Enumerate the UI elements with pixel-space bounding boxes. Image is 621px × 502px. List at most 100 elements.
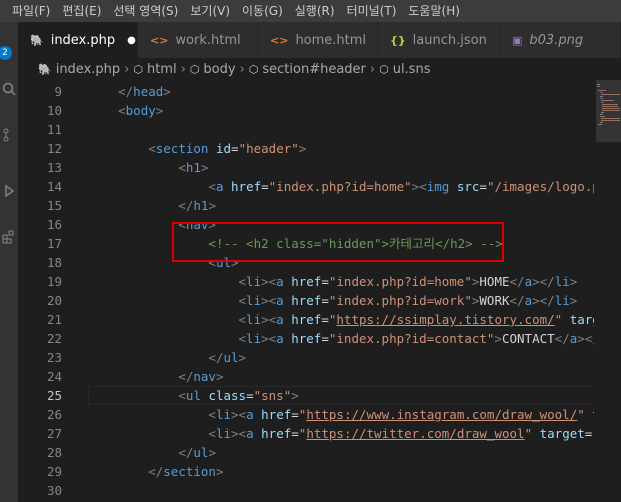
code-line[interactable]: 9 </head> bbox=[18, 82, 594, 101]
code-line[interactable]: 14 <a href="index.php?id=home"><img src=… bbox=[18, 177, 594, 196]
code-line[interactable]: 30 bbox=[18, 481, 594, 500]
code-line[interactable]: 13 <h1> bbox=[18, 158, 594, 177]
symbol-cube-icon: ⬡ bbox=[133, 62, 143, 76]
line-number: 22 bbox=[46, 331, 62, 346]
breadcrumb: 🐘 index.php › ⬡ html › ⬡ body › ⬡ section#he… bbox=[18, 58, 598, 80]
line-number: 11 bbox=[46, 122, 62, 137]
symbol-cube-icon: ⬡ bbox=[189, 62, 200, 76]
line-number: 20 bbox=[46, 293, 62, 308]
line-code: <li><a href="https://ssimplay.tistory.co… bbox=[238, 312, 594, 327]
line-number: 30 bbox=[46, 483, 62, 498]
breadcrumb-label: body bbox=[203, 61, 236, 77]
menu-selection[interactable]: 선택 영역(S) bbox=[107, 0, 184, 22]
line-code: <li><a href="index.php?id=work">WORK</a>… bbox=[238, 293, 578, 308]
code-editor[interactable]: 9 </head> 10 <body> 11 12 <section id="head… bbox=[18, 80, 594, 502]
line-number: 18 bbox=[46, 255, 62, 270]
line-number: 9 bbox=[54, 84, 62, 99]
unsaved-dot-icon[interactable]: ● bbox=[127, 35, 136, 46]
tab-label: home.html bbox=[295, 32, 367, 48]
line-number: 13 bbox=[46, 160, 62, 175]
code-line[interactable]: 10 <body> bbox=[18, 101, 594, 120]
annotation-highlight-box bbox=[172, 222, 504, 262]
source-control-icon[interactable] bbox=[0, 124, 18, 146]
menu-edit[interactable]: 편집(E) bbox=[56, 0, 107, 22]
activity-bar: 2 bbox=[0, 22, 18, 502]
tab-b03-png[interactable]: ▣ b03.png bbox=[500, 22, 621, 58]
chevron-right-icon: › bbox=[124, 61, 130, 77]
line-number: 17 bbox=[46, 236, 62, 251]
menu-terminal[interactable]: 터미널(T) bbox=[341, 0, 403, 22]
code-line[interactable]: 19 <li><a href="index.php?id=home">HOME<… bbox=[18, 272, 594, 291]
json-braces-icon: {} bbox=[390, 33, 406, 47]
line-number: 23 bbox=[46, 350, 62, 365]
breadcrumb-html[interactable]: ⬡ html bbox=[133, 62, 176, 77]
minimap-slider[interactable] bbox=[596, 80, 621, 142]
breadcrumb-body[interactable]: ⬡ body bbox=[190, 62, 236, 77]
breadcrumb-section-header[interactable]: ⬡ section#header bbox=[249, 62, 366, 77]
line-code: <body> bbox=[118, 103, 164, 118]
code-line[interactable]: 24 </nav> bbox=[18, 367, 594, 386]
code-line[interactable]: 25 <ul class="sns"> bbox=[18, 386, 594, 405]
line-code: </section> bbox=[148, 464, 224, 479]
tab-label: launch.json bbox=[412, 32, 487, 48]
line-code: <a href="index.php?id=home"><img src="/i… bbox=[208, 179, 594, 194]
menu-view[interactable]: 보기(V) bbox=[184, 0, 236, 22]
code-line[interactable]: 21 <li><a href="https://ssimplay.tistory… bbox=[18, 310, 594, 329]
code-line[interactable]: 29 </section> bbox=[18, 462, 594, 481]
code-line[interactable]: 20 <li><a href="index.php?id=work">WORK<… bbox=[18, 291, 594, 310]
elephant-icon: 🐘 bbox=[30, 33, 44, 47]
html-brackets-icon: <> bbox=[150, 33, 169, 47]
line-code: <ul class="sns"> bbox=[178, 388, 299, 403]
search-icon[interactable] bbox=[0, 78, 18, 100]
run-debug-icon[interactable] bbox=[0, 180, 18, 202]
line-code: <section id="header"> bbox=[148, 141, 307, 156]
code-line[interactable]: 28 </ul> bbox=[18, 443, 594, 462]
html-brackets-icon: <> bbox=[270, 33, 289, 47]
line-number: 19 bbox=[46, 274, 62, 289]
line-code: <li><a href="index.php?id=contact">CONTA… bbox=[238, 331, 594, 346]
breadcrumb-label: html bbox=[146, 61, 177, 77]
line-number: 15 bbox=[46, 198, 62, 213]
symbol-cube-icon: ⬡ bbox=[379, 62, 389, 76]
menu-run[interactable]: 실행(R) bbox=[289, 0, 341, 22]
line-number: 27 bbox=[46, 426, 62, 441]
code-line[interactable]: 22 <li><a href="index.php?id=contact">CO… bbox=[18, 329, 594, 348]
line-code: <li><a href="index.php?id=home">HOME</a>… bbox=[238, 274, 578, 289]
chevron-right-icon: › bbox=[239, 61, 245, 77]
code-line[interactable]: 15 </h1> bbox=[18, 196, 594, 215]
minimap[interactable] bbox=[594, 80, 621, 502]
tab-home-html[interactable]: <> home.html bbox=[258, 22, 378, 58]
menu-go[interactable]: 이동(G) bbox=[236, 0, 289, 22]
code-line[interactable]: 26 <li><a href="https://www.instagram.co… bbox=[18, 405, 594, 424]
line-code: </nav> bbox=[178, 369, 224, 384]
breadcrumb-ul-sns[interactable]: ⬡ ul.sns bbox=[379, 62, 430, 77]
line-code: <h1> bbox=[178, 160, 209, 175]
line-number: 21 bbox=[46, 312, 62, 327]
code-line[interactable]: 27 <li><a href="https://twitter.com/draw… bbox=[18, 424, 594, 443]
breadcrumb-label: index.php bbox=[55, 61, 121, 77]
line-number: 29 bbox=[46, 464, 62, 479]
menu-file[interactable]: 파일(F) bbox=[0, 0, 56, 22]
image-icon: ▣ bbox=[512, 33, 523, 47]
extensions-icon[interactable] bbox=[0, 226, 18, 248]
code-line[interactable]: 11 bbox=[18, 120, 594, 139]
elephant-icon: 🐘 bbox=[38, 62, 52, 76]
line-number: 10 bbox=[46, 103, 62, 118]
code-line[interactable]: 12 <section id="header"> bbox=[18, 139, 594, 158]
line-number: 14 bbox=[46, 179, 62, 194]
source-control-badge: 2 bbox=[0, 46, 12, 60]
breadcrumb-file[interactable]: 🐘 index.php bbox=[38, 62, 120, 77]
line-code: </ul> bbox=[208, 350, 247, 365]
line-number: 28 bbox=[46, 445, 62, 460]
line-code: </h1> bbox=[178, 198, 216, 213]
breadcrumb-label: ul.sns bbox=[392, 61, 431, 77]
line-number: 26 bbox=[46, 407, 62, 422]
tab-launch-json[interactable]: {} launch.json bbox=[378, 22, 500, 58]
code-line[interactable]: 23 </ul> bbox=[18, 348, 594, 367]
line-number: 16 bbox=[46, 217, 62, 232]
tab-work-html[interactable]: <> work.html bbox=[138, 22, 258, 58]
tab-index-php[interactable]: 🐘 index.php ● bbox=[18, 22, 138, 58]
breadcrumb-label: section#header bbox=[262, 61, 366, 77]
line-number: 24 bbox=[46, 369, 62, 384]
menu-help[interactable]: 도움말(H) bbox=[402, 0, 466, 22]
